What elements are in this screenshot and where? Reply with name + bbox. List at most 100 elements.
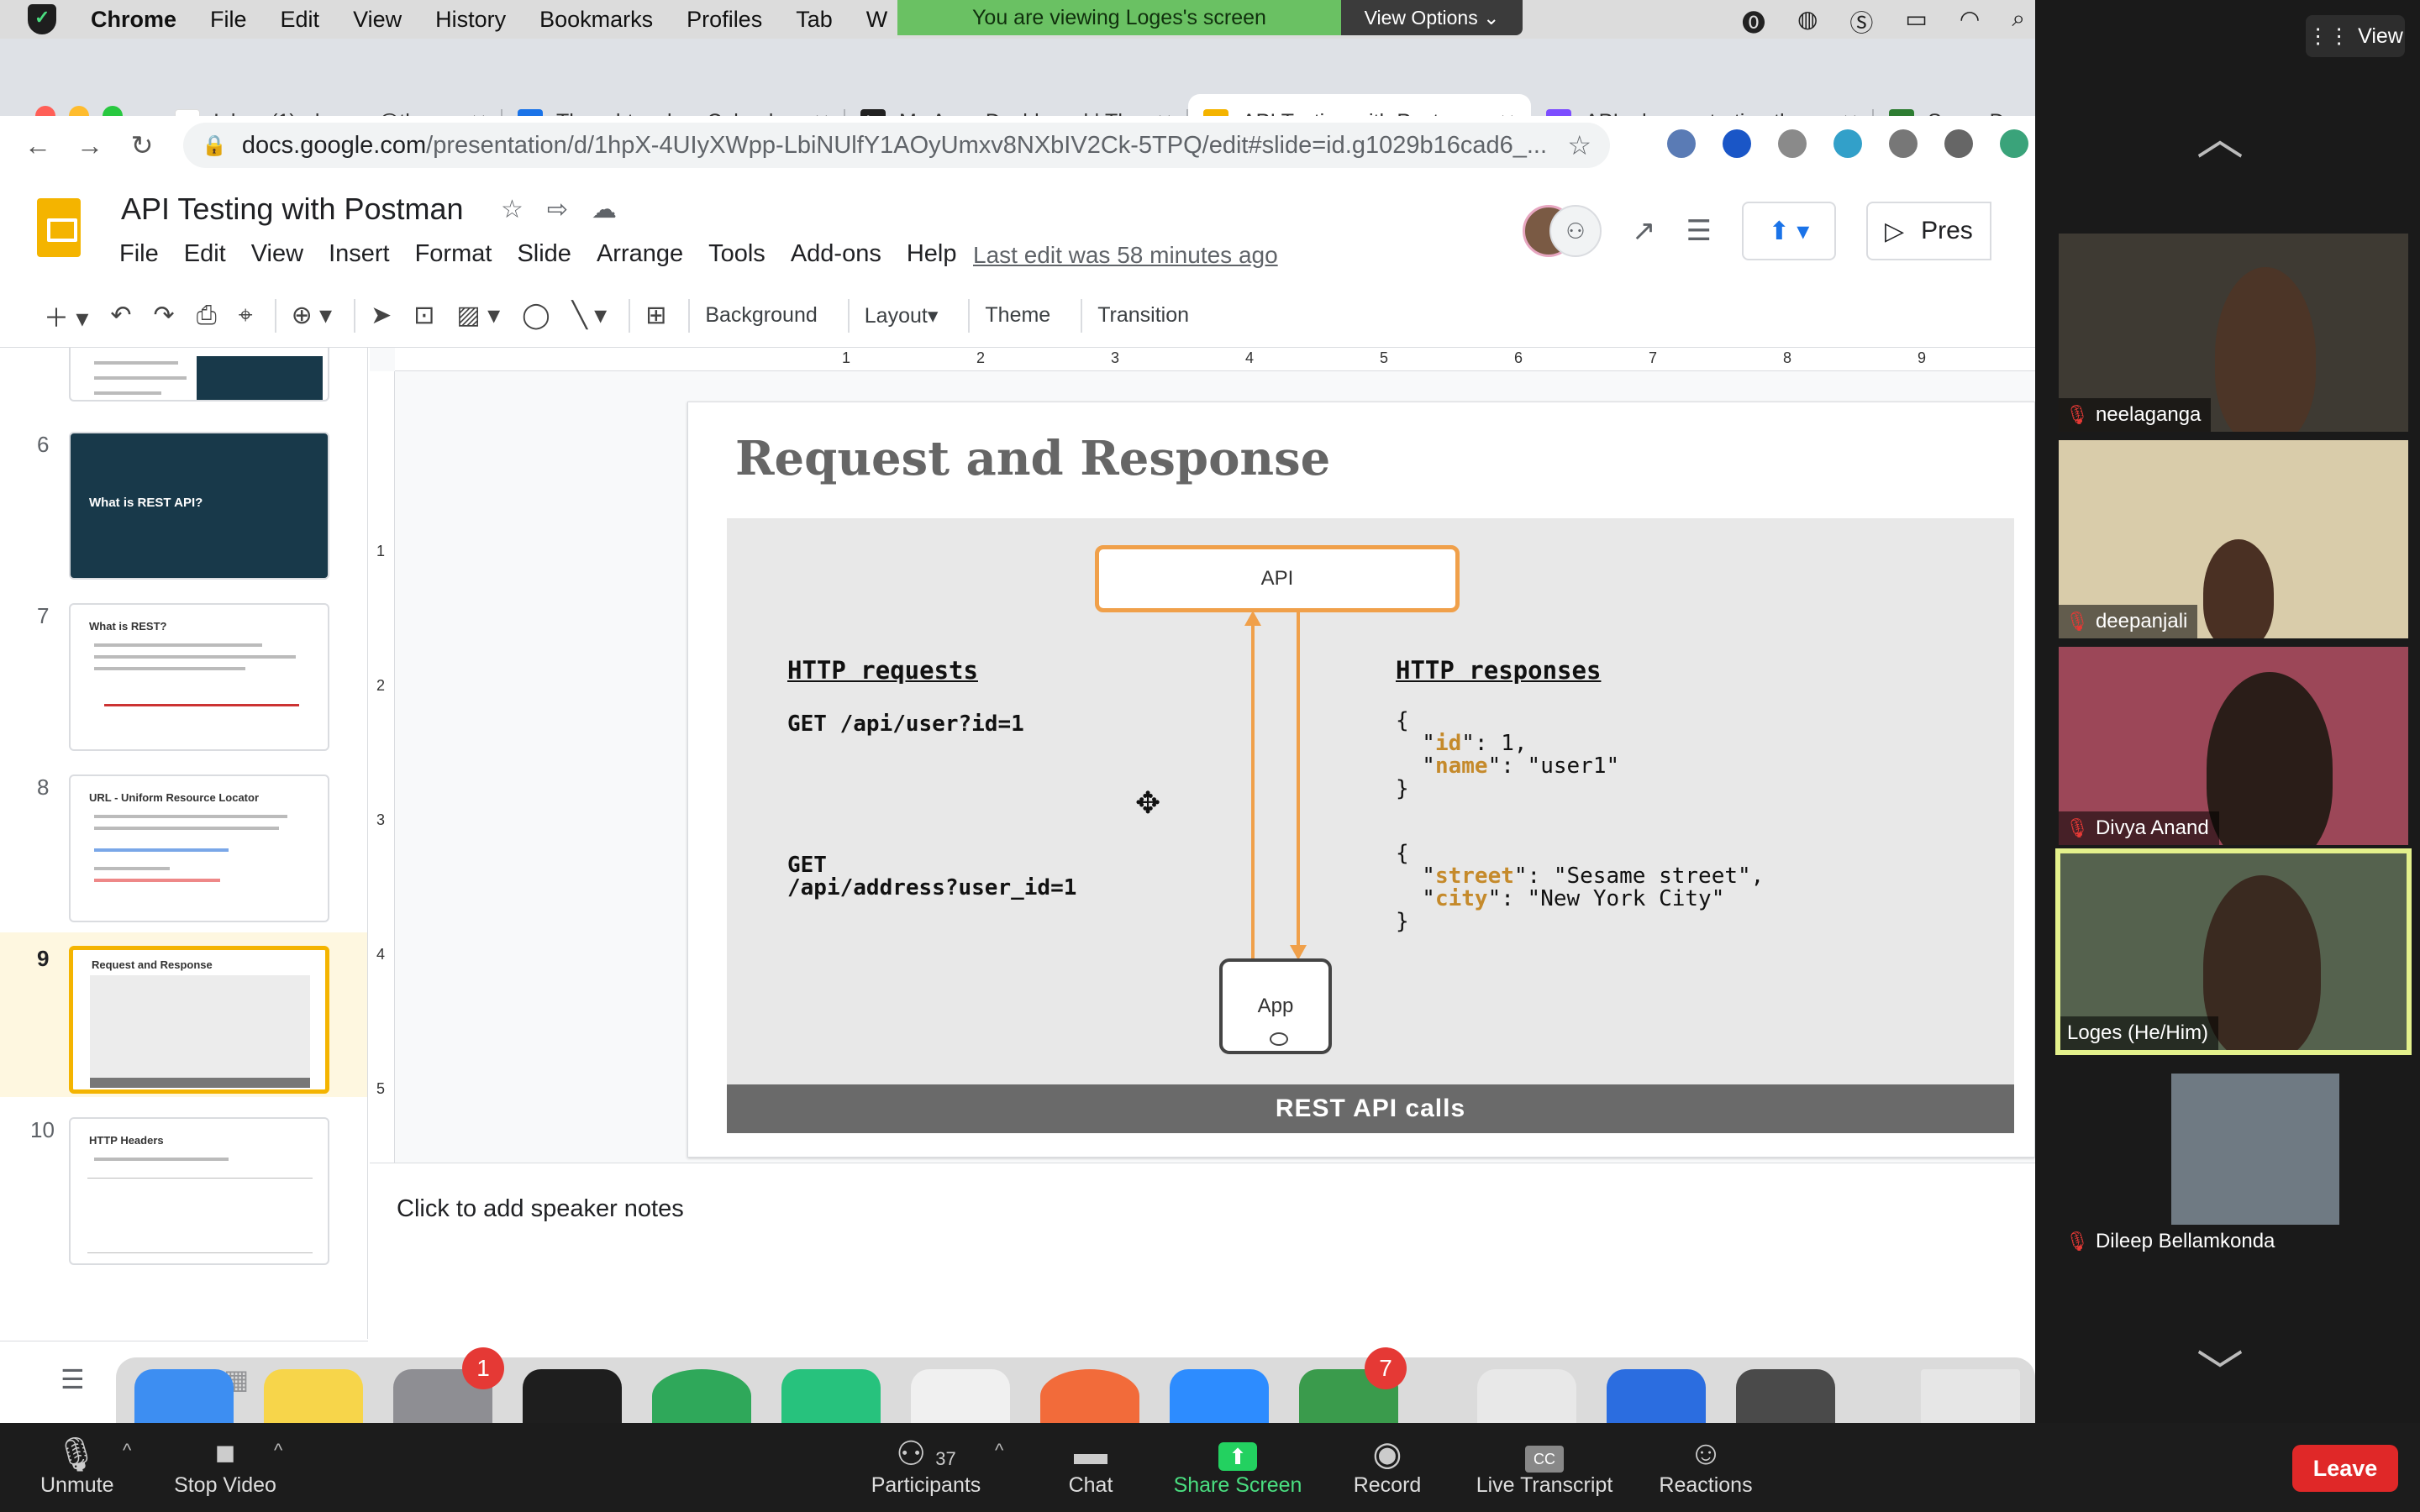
new-slide-icon[interactable]: ＋ ▾ bbox=[44, 297, 88, 334]
extension-icon[interactable] bbox=[1667, 129, 1696, 158]
video-options-chevron-icon[interactable]: ^ bbox=[274, 1440, 282, 1462]
reactions-button[interactable]: ☺ Reactions bbox=[1652, 1435, 1760, 1498]
speaker-notes[interactable]: Click to add speaker notes bbox=[370, 1163, 2035, 1339]
stop-video-button[interactable]: ■ Stop Video bbox=[171, 1435, 279, 1498]
http-responses-heading[interactable]: HTTP responses bbox=[1396, 656, 1601, 685]
lock-icon[interactable]: 🔒 bbox=[202, 134, 227, 158]
finder-icon[interactable] bbox=[134, 1369, 234, 1423]
extension-icon[interactable] bbox=[1889, 129, 1918, 158]
shape-icon[interactable]: ◯ bbox=[522, 301, 550, 330]
globe-icon[interactable]: ◍ bbox=[1797, 5, 1818, 39]
slide-thumbnail[interactable]: What is REST API? bbox=[69, 432, 329, 580]
zoom-icon[interactable]: ⊕ ▾ bbox=[292, 301, 333, 330]
audio-options-chevron-icon[interactable]: ^ bbox=[123, 1440, 131, 1462]
slides-menu-file[interactable]: File bbox=[119, 240, 159, 268]
background-button[interactable]: Background bbox=[705, 303, 817, 328]
zoom-icon[interactable] bbox=[1170, 1369, 1269, 1423]
share-screen-button[interactable]: ⬆ Share Screen bbox=[1173, 1435, 1302, 1498]
sublime-icon[interactable] bbox=[1736, 1369, 1835, 1423]
slides-menu-format[interactable]: Format bbox=[415, 240, 492, 268]
theme-button[interactable]: Theme bbox=[985, 303, 1050, 328]
comments-icon[interactable]: ☰ bbox=[1686, 214, 1712, 248]
slides-menu-arrange[interactable]: Arrange bbox=[597, 240, 683, 268]
reload-icon[interactable]: ↻ bbox=[116, 129, 168, 161]
menu-tab[interactable]: Tab bbox=[796, 7, 833, 33]
extension-icon[interactable] bbox=[1723, 129, 1751, 158]
pycharm-icon[interactable] bbox=[781, 1369, 881, 1423]
slide-thumbnail[interactable]: HTTP Headers bbox=[69, 1117, 329, 1265]
select-cursor-icon[interactable]: ➤ bbox=[371, 301, 392, 330]
move-folder-icon[interactable]: ⇨ bbox=[547, 195, 568, 224]
participants-button[interactable]: ⚇ 37 Participants bbox=[864, 1435, 988, 1498]
document-title[interactable]: API Testing with Postman bbox=[121, 192, 464, 227]
terminal-icon[interactable] bbox=[523, 1369, 622, 1423]
scroll-up-icon[interactable]: ︿ bbox=[2196, 101, 2244, 169]
menu-profiles[interactable]: Profiles bbox=[687, 7, 762, 33]
forward-icon[interactable]: → bbox=[64, 130, 116, 161]
response-address-json[interactable]: { "street": "Sesame street", "city": "Ne… bbox=[1396, 843, 1764, 933]
wifi-icon[interactable]: ◠ bbox=[1960, 5, 1980, 39]
text-box-icon[interactable]: ⊡ bbox=[413, 301, 434, 330]
back-icon[interactable]: ← bbox=[12, 130, 64, 161]
request-get-address[interactable]: GET /api/address?user_id=1 bbox=[787, 854, 1076, 900]
one-password-icon[interactable] bbox=[1477, 1369, 1576, 1423]
participant-video-tile[interactable]: 🎙 neelaganga bbox=[2059, 234, 2408, 432]
leave-meeting-button[interactable]: Leave bbox=[2292, 1445, 2398, 1492]
slides-menu-addons[interactable]: Add-ons bbox=[791, 240, 881, 268]
slide-thumbnail-selected[interactable]: Request and Response bbox=[69, 946, 329, 1094]
layout-button[interactable]: Layout▾ bbox=[865, 303, 939, 328]
slides-menu-edit[interactable]: Edit bbox=[184, 240, 226, 268]
image-icon[interactable]: ▨ ▾ bbox=[456, 301, 500, 330]
response-user-json[interactable]: { "id": 1, "name": "user1" } bbox=[1396, 710, 1619, 801]
menu-history[interactable]: History bbox=[435, 7, 506, 33]
notes-icon[interactable] bbox=[264, 1369, 363, 1423]
slide-thumbnail[interactable]: What is REST? bbox=[69, 603, 329, 751]
participant-video-tile-active-speaker[interactable]: Loges (He/Him) bbox=[2055, 848, 2412, 1055]
participants-options-chevron-icon[interactable]: ^ bbox=[995, 1440, 1003, 1462]
cloud-status-icon[interactable]: ☁ bbox=[592, 195, 617, 224]
search-icon[interactable]: ⌕ bbox=[2012, 5, 2025, 39]
password-icon[interactable]: ⓿ bbox=[1742, 5, 1765, 39]
slides-menu-tools[interactable]: Tools bbox=[708, 240, 765, 268]
participant-photo-tile[interactable]: 🎙 Dileep Bellamkonda bbox=[2059, 1060, 2408, 1258]
text-editor-icon[interactable] bbox=[911, 1369, 1010, 1423]
participant-video-tile[interactable]: 🎙 Divya Anand bbox=[2059, 647, 2408, 845]
line-icon[interactable]: ╲ ▾ bbox=[572, 301, 607, 330]
webstorm-icon[interactable] bbox=[1607, 1369, 1706, 1423]
battery-icon[interactable]: ▭ bbox=[1905, 5, 1927, 39]
slide-thumbnail[interactable] bbox=[69, 348, 329, 402]
star-icon[interactable]: ☆ bbox=[501, 195, 523, 224]
last-edit-link[interactable]: Last edit was 58 minutes ago bbox=[973, 242, 1278, 269]
comment-icon[interactable]: ⊞ bbox=[645, 301, 666, 330]
paint-format-icon[interactable]: ⌖ bbox=[239, 302, 253, 330]
print-icon[interactable]: ⎙ bbox=[197, 302, 217, 330]
http-requests-heading[interactable]: HTTP requests bbox=[787, 656, 978, 685]
present-button[interactable]: ▷ Pres bbox=[1865, 202, 1991, 260]
slides-menu-insert[interactable]: Insert bbox=[329, 240, 390, 268]
bookmark-star-icon[interactable]: ☆ bbox=[1567, 129, 1591, 161]
chat-button[interactable]: ▬ Chat bbox=[1055, 1435, 1126, 1498]
extension-icon[interactable] bbox=[1778, 129, 1807, 158]
menu-edit[interactable]: Edit bbox=[281, 7, 320, 33]
list-view-icon[interactable]: ☰ bbox=[60, 1363, 85, 1395]
transition-button[interactable]: Transition bbox=[1097, 303, 1189, 328]
chrome-icon[interactable] bbox=[652, 1369, 751, 1423]
add-collaborator-icon[interactable]: ⚇ bbox=[1549, 205, 1602, 257]
menu-window[interactable]: W bbox=[866, 7, 887, 33]
menu-view[interactable]: View bbox=[353, 7, 402, 33]
api-box[interactable]: API bbox=[1095, 545, 1460, 612]
live-transcript-button[interactable]: CC Live Transcript bbox=[1470, 1435, 1618, 1498]
slides-menu-help[interactable]: Help bbox=[907, 240, 957, 268]
participant-video-tile[interactable]: 🎙 deepanjali bbox=[2059, 440, 2408, 638]
slides-logo[interactable] bbox=[37, 198, 81, 257]
extension-icon[interactable] bbox=[1833, 129, 1862, 158]
redo-icon[interactable]: ↷ bbox=[154, 301, 175, 330]
url-input[interactable]: 🔒 docs.google.com/presentation/d/1hpX-4U… bbox=[183, 123, 1610, 168]
undo-icon[interactable]: ↶ bbox=[110, 301, 131, 330]
activity-trend-icon[interactable]: ↗ bbox=[1632, 214, 1656, 248]
request-get-user[interactable]: GET /api/user?id=1 bbox=[787, 713, 1024, 736]
current-slide[interactable]: Request and Response API App HTTP reques… bbox=[687, 402, 2035, 1158]
menu-file[interactable]: File bbox=[210, 7, 247, 33]
request-response-diagram[interactable]: API App HTTP requests GET /api/user?id=1… bbox=[727, 518, 2014, 1133]
extension-icon[interactable] bbox=[2000, 129, 2028, 158]
